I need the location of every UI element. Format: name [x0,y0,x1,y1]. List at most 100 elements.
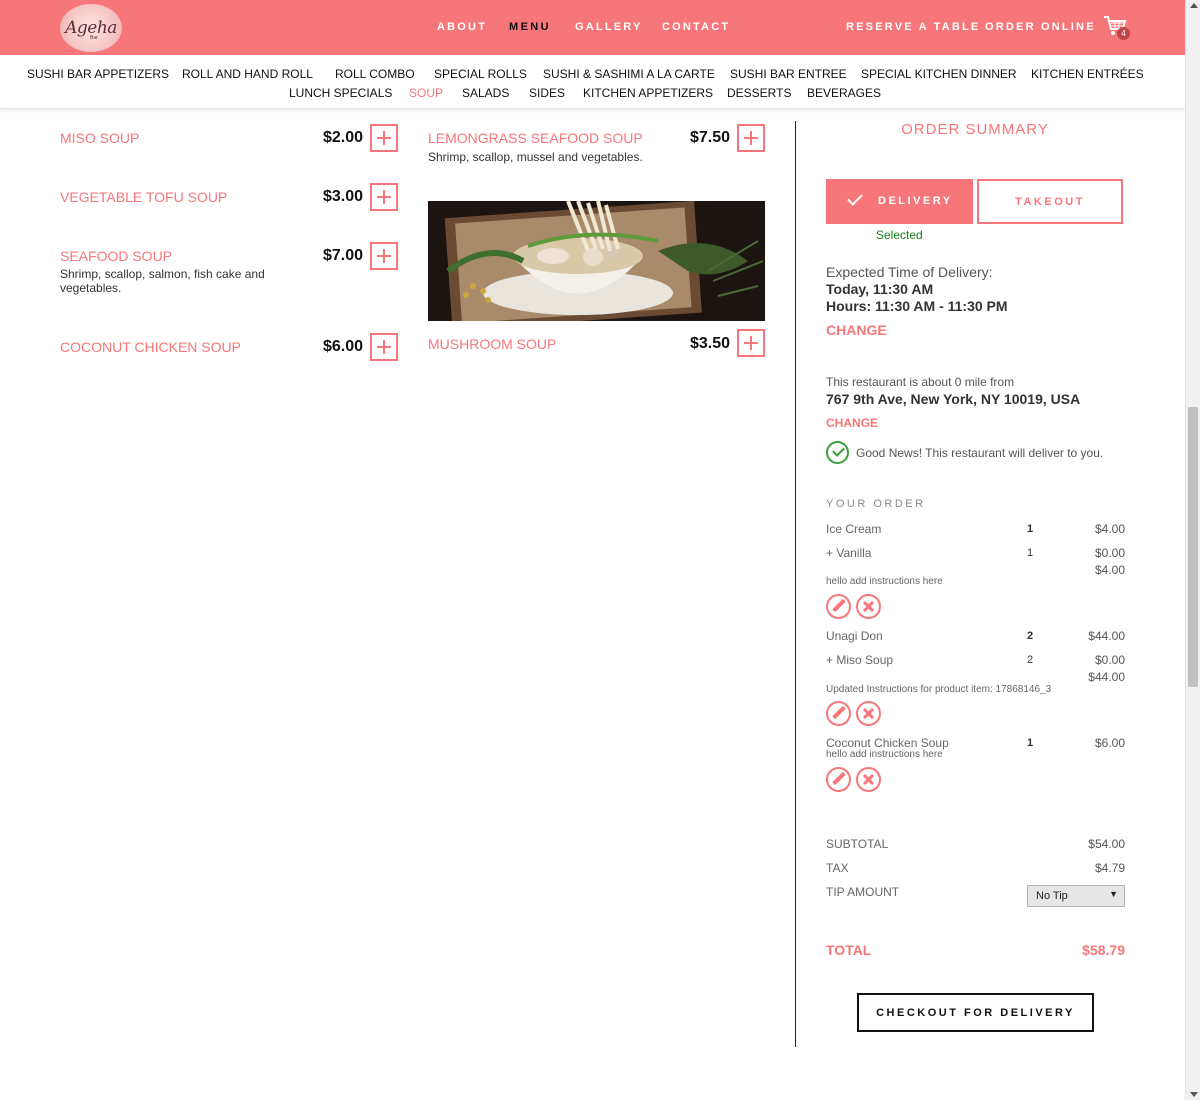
category-sides[interactable]: SIDES [529,86,565,100]
selected-indicator: Selected [876,228,923,242]
remove-item-button[interactable] [856,701,881,726]
menu-item-name[interactable]: VEGETABLE TOFU SOUP [60,189,227,205]
remove-item-button[interactable] [856,594,881,619]
menu-item-price: $3.50 [689,335,730,352]
nav-gallery[interactable]: GALLERY [575,21,643,33]
add-to-cart-button[interactable] [370,242,398,270]
nav-reserve-table[interactable]: RESERVE A TABLE [846,21,980,33]
menu-item-name[interactable]: MISO SOUP [60,130,139,146]
scroll-down-arrow-icon[interactable] [1190,1092,1198,1097]
tax-label: TAX [826,861,849,875]
your-order-heading: YOUR ORDER [826,498,926,510]
scrollbar-thumb[interactable] [1188,407,1198,687]
edit-item-button[interactable] [826,594,851,619]
nav-order-online[interactable]: ORDER ONLINE [985,21,1096,33]
tip-label: TIP AMOUNT [826,885,900,899]
category-special-kitchen-dinner[interactable]: SPECIAL KITCHEN DINNER [861,67,1017,81]
order-modifier-qty: 2 [1027,654,1034,666]
delivery-button[interactable]: DELIVERY [826,179,973,224]
menu-item-name[interactable]: LEMONGRASS SEAFOOD SOUP [428,130,643,146]
menu-item-description: Shrimp, scallop, salmon, fish cake and v… [60,267,265,295]
order-item-instructions: Updated Instructions for product item: 1… [826,684,1052,695]
category-roll-combo[interactable]: ROLL COMBO [335,67,415,81]
category-soup[interactable]: SOUP [409,86,443,100]
subtotal-value: $54.00 [1088,837,1125,851]
total-value: $58.79 [1082,942,1125,958]
check-circle-icon [826,441,849,464]
add-to-cart-button[interactable] [737,124,765,152]
column-divider [795,121,796,1047]
pencil-icon [832,598,846,613]
soup-photo [428,201,765,321]
category-lunch-specials[interactable]: LUNCH SPECIALS [289,86,392,100]
order-item-price: $4.00 [1094,522,1125,536]
menu-item-price: $6.00 [322,338,363,355]
cart-button[interactable]: 4 [1103,15,1133,41]
vertical-scrollbar[interactable] [1185,0,1200,1100]
total-label: TOTAL [826,942,872,958]
nav-contact[interactable]: CONTACT [662,21,730,33]
category-desserts[interactable]: DESSERTS [727,86,791,100]
order-modifier-price: $0.00 [1094,546,1125,560]
order-item-price: $44.00 [1088,629,1125,643]
category-kitchen-appetizers[interactable]: KITCHEN APPETIZERS [583,86,713,100]
menu-item-price: $7.50 [689,129,730,146]
top-navbar: Ageha Bar ABOUT MENU GALLERY CONTACT RES… [0,0,1185,55]
order-item-instructions: hello add instructions here [826,576,943,587]
order-item-modifier: + Vanilla [826,546,872,560]
subtotal-label: SUBTOTAL [826,837,889,851]
expected-time: Today, 11:30 AM [826,281,934,297]
change-time-link[interactable]: CHANGE [826,322,887,338]
category-nav: SUSHI BAR APPETIZERS ROLL AND HAND ROLL … [0,55,1185,109]
add-to-cart-button[interactable] [737,329,765,357]
category-kitchen-entrees[interactable]: KITCHEN ENTRÉES [1031,67,1144,81]
menu-item-name[interactable]: SEAFOOD SOUP [60,248,172,264]
order-item-name: Coconut Chicken Soup [826,736,949,750]
pencil-icon [832,771,846,786]
pencil-icon [832,705,846,720]
order-item-qty: 2 [1027,630,1034,642]
category-sushi-sashimi[interactable]: SUSHI & SASHIMI A LA CARTE [543,67,715,81]
delivery-address: 767 9th Ave, New York, NY 10019, USA [826,391,1081,407]
edit-item-button[interactable] [826,701,851,726]
add-to-cart-button[interactable] [370,183,398,211]
order-item-modifier: + Miso Soup [826,653,894,667]
order-modifier-qty: 1 [1027,547,1034,559]
brand-logo[interactable]: Ageha Bar [60,4,122,52]
takeout-button[interactable]: TAKEOUT [977,179,1123,224]
delivery-available-message: Good News! This restaurant will deliver … [856,446,1104,460]
menu-item-name[interactable]: COCONUT CHICKEN SOUP [60,339,241,355]
order-modifier-price: $0.00 [1094,653,1125,667]
tax-value: $4.79 [1094,861,1125,875]
add-to-cart-button[interactable] [370,124,398,152]
category-special-rolls[interactable]: SPECIAL ROLLS [434,67,527,81]
category-beverages[interactable]: BEVERAGES [807,86,881,100]
add-to-cart-button[interactable] [370,333,398,361]
order-item-qty: 1 [1027,737,1034,749]
nav-menu[interactable]: MENU [509,21,551,33]
order-item-price: $6.00 [1094,736,1125,750]
tip-selected-value: No Tip [1036,890,1068,902]
menu-item-price: $7.00 [322,247,363,264]
order-item-line-total: $4.00 [1094,563,1125,577]
menu-item-price: $3.00 [322,188,363,205]
menu-item-name[interactable]: MUSHROOM SOUP [428,336,556,352]
category-sushi-bar-appetizers[interactable]: SUSHI BAR APPETIZERS [27,67,169,81]
checkout-button[interactable]: CHECKOUT FOR DELIVERY [857,993,1094,1032]
order-item-instructions: hello add instructions here [826,749,943,760]
expected-time-label: Expected Time of Delivery: [826,264,993,280]
change-address-link[interactable]: CHANGE [826,416,878,430]
edit-item-button[interactable] [826,767,851,792]
category-salads[interactable]: SALADS [462,86,509,100]
category-roll-and-hand-roll[interactable]: ROLL AND HAND ROLL [182,67,313,81]
remove-item-button[interactable] [856,767,881,792]
category-sushi-bar-entree[interactable]: SUSHI BAR ENTREE [730,67,847,81]
cart-count-badge: 4 [1117,27,1130,40]
scroll-up-arrow-icon[interactable] [1190,3,1198,8]
tip-amount-select[interactable]: No Tip ▼ [1027,885,1125,907]
distance-text: This restaurant is about 0 mile from [826,375,1015,389]
order-item-line-total: $44.00 [1088,670,1125,684]
dropdown-arrow-icon: ▼ [1109,889,1118,899]
checkmark-icon [847,190,863,206]
nav-about[interactable]: ABOUT [437,21,487,33]
